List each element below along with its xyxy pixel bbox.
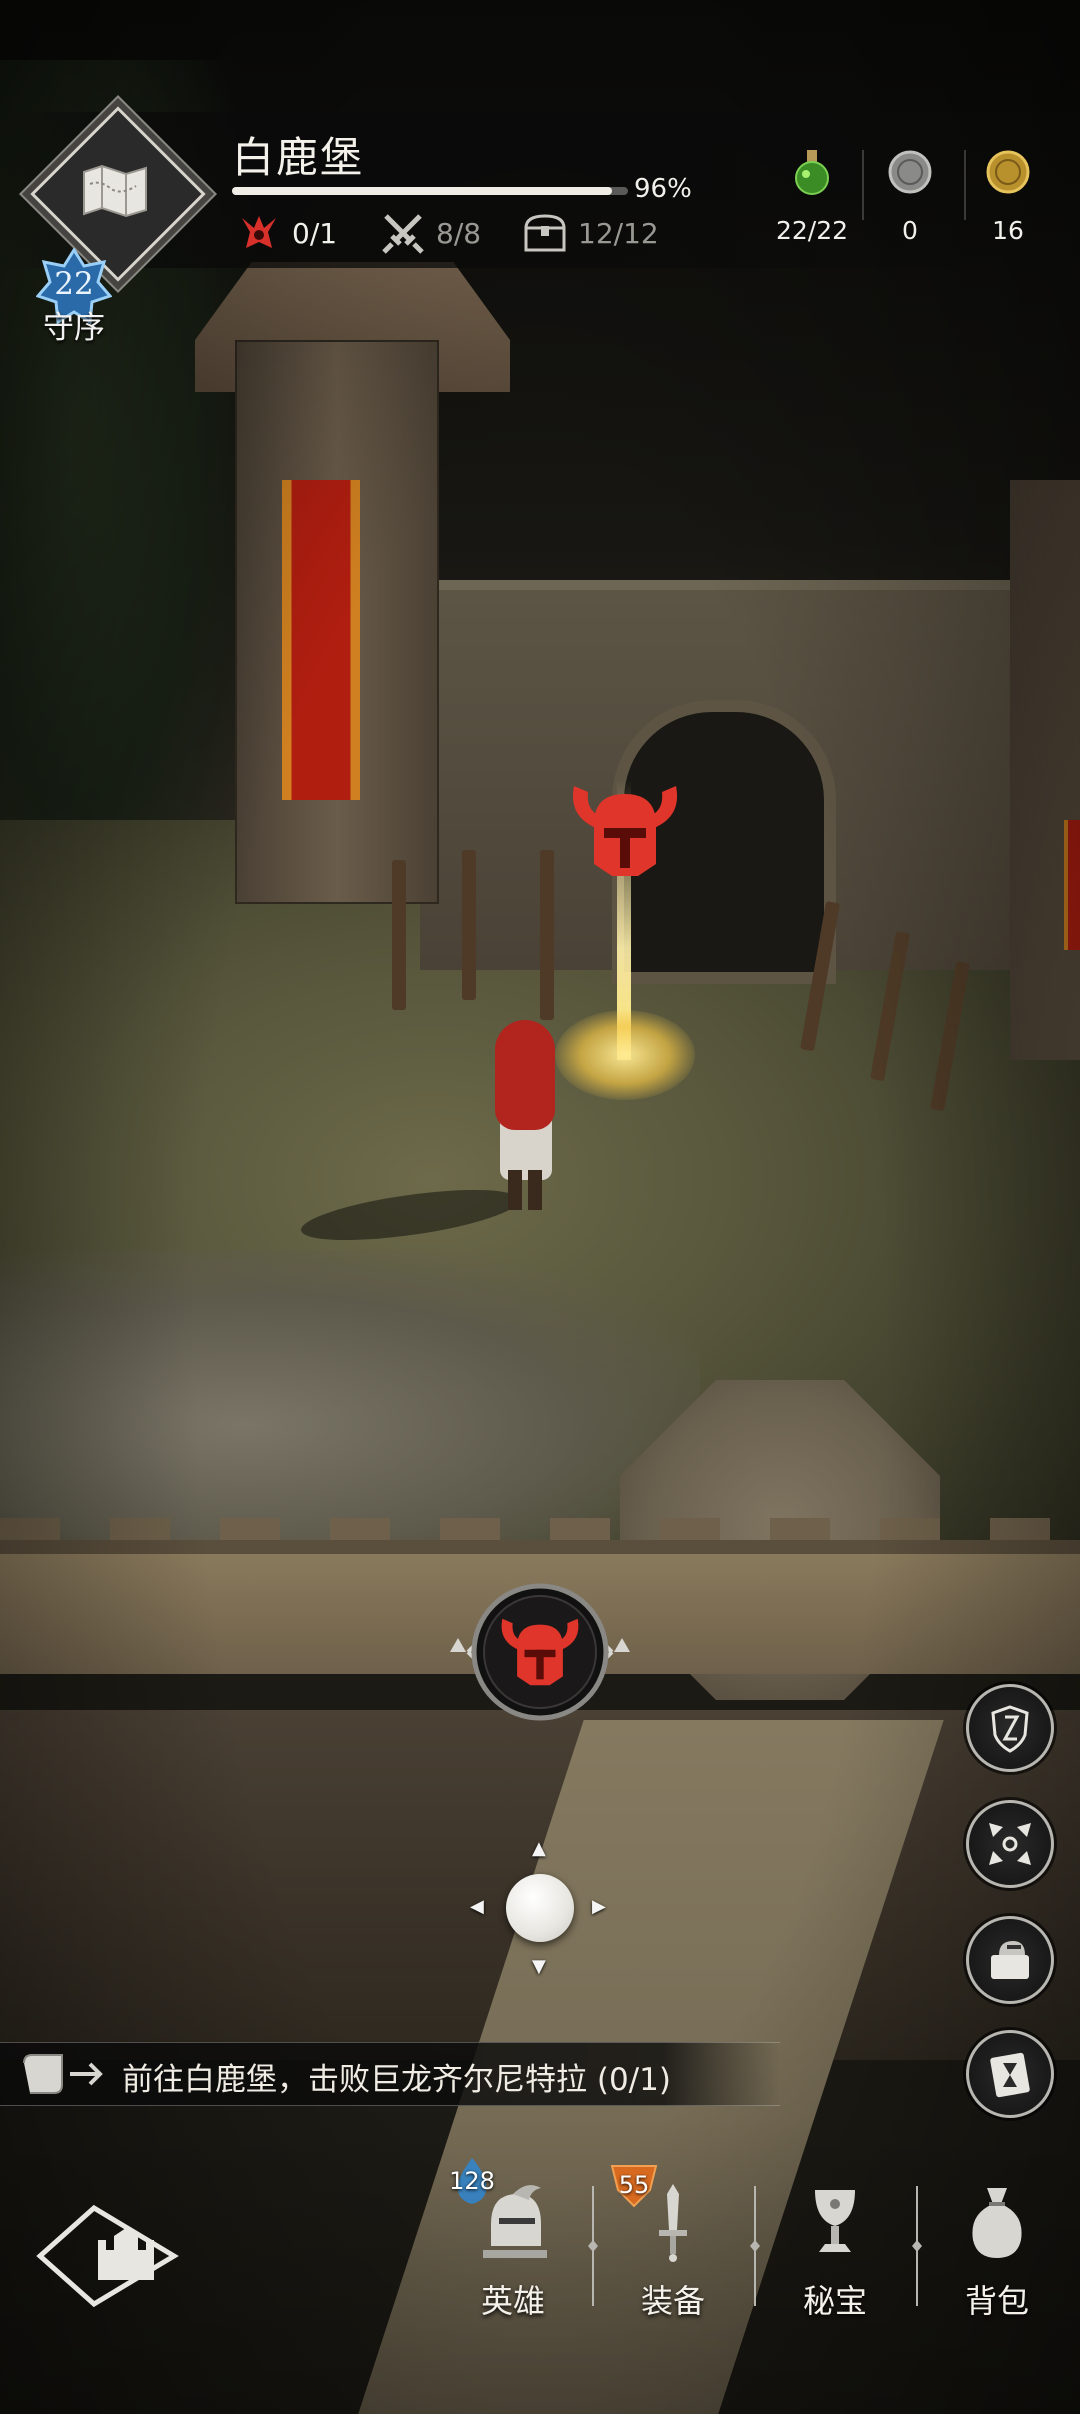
horned-helmet-icon bbox=[501, 1618, 579, 1686]
nav-treasure-label: 秘宝 bbox=[802, 2282, 867, 2320]
crossed-swords-icon bbox=[382, 214, 424, 254]
nav-heroes-label: 英雄 bbox=[480, 2282, 545, 2320]
nav-treasure[interactable]: 秘宝 bbox=[770, 2180, 900, 2322]
castle-button[interactable] bbox=[34, 2200, 180, 2310]
gold-coin-icon bbox=[986, 150, 1030, 194]
chalice-icon bbox=[815, 2190, 855, 2252]
virtual-joystick[interactable]: ▲ ▼ ◀ ▶ bbox=[470, 1838, 610, 1978]
nav-bag-label: 背包 bbox=[964, 2282, 1029, 2320]
heroes-count-badge: 128 bbox=[442, 2156, 502, 2206]
scroll-arrow-icon bbox=[23, 2054, 103, 2094]
left-arrow-icon: ◀ bbox=[470, 1896, 484, 1917]
exploration-progress-bar bbox=[232, 187, 628, 195]
gold-resource[interactable]: 16 bbox=[958, 146, 1058, 245]
auto-explore-button[interactable] bbox=[966, 1800, 1054, 1888]
right-arrow-icon: ▶ bbox=[592, 1896, 606, 1917]
boss-world-marker[interactable] bbox=[560, 776, 690, 886]
stamina-value: 22/22 bbox=[775, 216, 849, 245]
formation-button[interactable] bbox=[966, 1684, 1054, 1772]
boss-counter: 0/1 bbox=[236, 210, 337, 256]
castle-icon bbox=[36, 2204, 179, 2308]
boss-challenge-button[interactable] bbox=[440, 1576, 640, 1728]
boss-count: 0/1 bbox=[292, 216, 338, 250]
down-arrow-icon: ▼ bbox=[532, 1956, 546, 1977]
battle-counter: 8/8 bbox=[380, 210, 481, 256]
hourglass-book-icon bbox=[990, 2052, 1030, 2098]
map-icon bbox=[83, 164, 147, 218]
rank-label: 守序 bbox=[43, 310, 105, 346]
progress-fill bbox=[232, 187, 613, 195]
helmet-book-icon bbox=[991, 1941, 1029, 1979]
expand-arrows-icon bbox=[989, 1823, 1031, 1865]
quest-text: 前往白鹿堡，击败巨龙齐尔尼特拉 (0/1) bbox=[122, 2062, 671, 2098]
nav-bag[interactable]: 背包 bbox=[932, 2180, 1062, 2322]
joystick-knob[interactable] bbox=[506, 1874, 574, 1942]
green-potion-icon bbox=[795, 150, 829, 195]
treasure-chest-icon bbox=[524, 214, 566, 252]
shield-badge-icon bbox=[991, 1705, 1029, 1753]
pouch-icon bbox=[972, 2188, 1022, 2258]
nav-equipment-label: 装备 bbox=[640, 2282, 705, 2320]
stamina-resource[interactable]: 22/22 bbox=[762, 146, 862, 245]
log-button[interactable] bbox=[966, 2030, 1054, 2118]
up-arrow-icon: ▲ bbox=[532, 1838, 546, 1859]
quest-tracker[interactable]: 前往白鹿堡，击败巨龙齐尔尼特拉 (0/1) bbox=[0, 2042, 780, 2106]
silver-coin-icon bbox=[888, 150, 932, 194]
area-title: 白鹿堡 bbox=[232, 133, 365, 182]
chest-count: 12/12 bbox=[578, 216, 659, 250]
battle-count: 8/8 bbox=[436, 216, 482, 250]
exploration-percent: 96% bbox=[634, 174, 692, 204]
horned-demon-icon bbox=[242, 216, 276, 248]
equipment-count-badge: 55 bbox=[604, 2160, 664, 2210]
codex-button[interactable] bbox=[966, 1916, 1054, 2004]
silver-resource[interactable]: 0 bbox=[860, 146, 960, 245]
horned-helmet-icon bbox=[572, 786, 678, 876]
chest-counter: 12/12 bbox=[522, 210, 659, 256]
rank-level: 22 bbox=[54, 266, 94, 302]
gold-value: 16 bbox=[992, 216, 1024, 245]
silver-value: 0 bbox=[902, 216, 918, 245]
